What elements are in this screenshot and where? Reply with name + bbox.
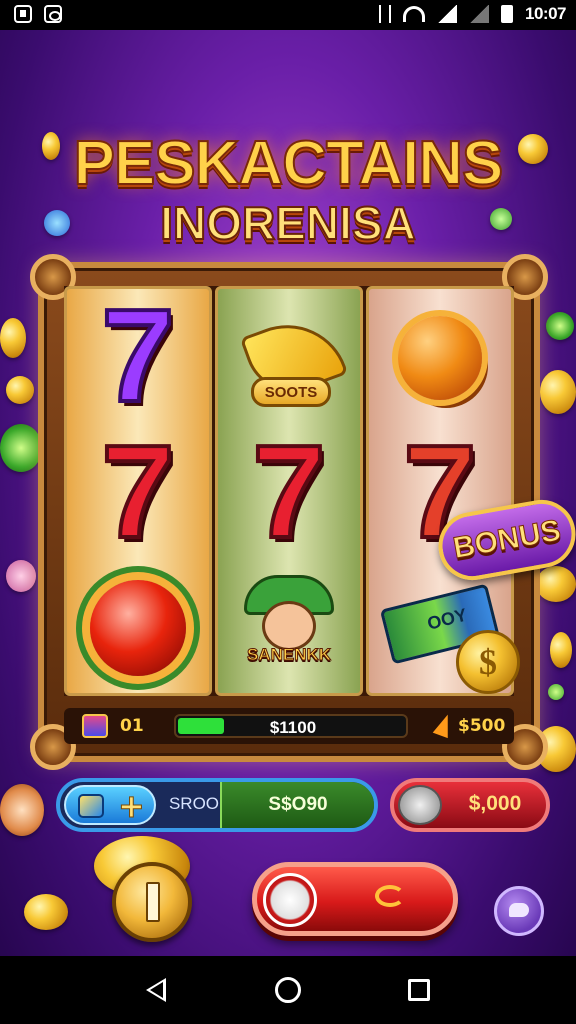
- symbol-seven: 7: [99, 418, 176, 565]
- coin-decor: [0, 784, 44, 836]
- bet-control: + SROO S$O90: [56, 778, 378, 832]
- coin-decor: [0, 424, 42, 472]
- orb-icon: [398, 316, 482, 400]
- vibrate-icon: [379, 5, 392, 23]
- chat-button[interactable]: [494, 886, 544, 936]
- symbol-jewel: [67, 563, 209, 693]
- home-icon[interactable]: [275, 977, 301, 1003]
- bet-label: SROO: [168, 794, 220, 813]
- lightning-icon: [432, 711, 456, 739]
- spin-button[interactable]: [252, 862, 458, 936]
- dollar-coin-icon: $: [456, 630, 520, 694]
- symbol-character: SANENKK: [218, 561, 360, 691]
- status-time: 10:07: [525, 4, 566, 23]
- coins-value: $500: [458, 716, 506, 736]
- bet-value[interactable]: S$O90: [220, 782, 374, 828]
- banana-tag: SOOTS: [251, 377, 331, 407]
- reel-2: SOOTS 7 SANENKK: [215, 286, 363, 696]
- max-bet-button[interactable]: [112, 862, 192, 942]
- lines-icon: [82, 714, 108, 738]
- coin-icon: [146, 882, 160, 922]
- wallet-icon: [78, 794, 104, 818]
- swirl-icon: [375, 885, 405, 907]
- app-notification-icon: [44, 5, 62, 23]
- signal-icon: [437, 5, 458, 23]
- add-coins-button[interactable]: +: [64, 785, 156, 826]
- coin-decor: [546, 312, 574, 340]
- game-title: PESKACTAINS: [73, 128, 505, 199]
- notification-icon: [14, 5, 32, 23]
- battery-icon: [501, 5, 514, 23]
- system-nav-bar: [0, 956, 576, 1024]
- info-bar: 01 $1100 $500: [64, 708, 514, 744]
- recent-apps-icon[interactable]: [408, 979, 430, 1001]
- win-value: $1100: [269, 718, 317, 737]
- symbol-seven: 7: [250, 418, 327, 565]
- symbol-orb: [369, 293, 511, 423]
- coin-decor: [24, 894, 68, 930]
- coin-decor: [0, 318, 26, 358]
- coin-decor: [540, 370, 576, 414]
- balance-value: $,000: [468, 792, 522, 815]
- game-subtitle: INORENISA: [159, 196, 417, 250]
- character-face-icon: [262, 601, 316, 651]
- signal-secondary-icon: [469, 5, 490, 23]
- jewel-icon: [90, 580, 186, 676]
- character-name: SANENKK: [246, 645, 332, 665]
- coin-decor: [6, 376, 34, 404]
- coin-decor: [536, 566, 576, 602]
- reel-area: 7 7 SOOTS 7 SANENKK 7 OOY: [64, 286, 514, 696]
- back-icon[interactable]: [146, 978, 166, 1002]
- balance-icon: [398, 785, 442, 825]
- wifi-icon: [403, 6, 426, 22]
- symbol-banana: SOOTS: [218, 293, 360, 423]
- reel-1: 7 7: [64, 286, 212, 696]
- spin-icon: [263, 873, 317, 927]
- coin-decor: [548, 684, 564, 700]
- plus-icon: +: [118, 787, 146, 826]
- symbol-seven: 7: [99, 282, 176, 429]
- lines-value: 01: [120, 716, 144, 736]
- balance-button[interactable]: $,000: [390, 778, 550, 832]
- status-bar: 10:07: [0, 0, 576, 30]
- win-meter: $1100: [174, 714, 408, 738]
- coin-decor: [550, 632, 572, 668]
- coin-decor: [6, 560, 36, 592]
